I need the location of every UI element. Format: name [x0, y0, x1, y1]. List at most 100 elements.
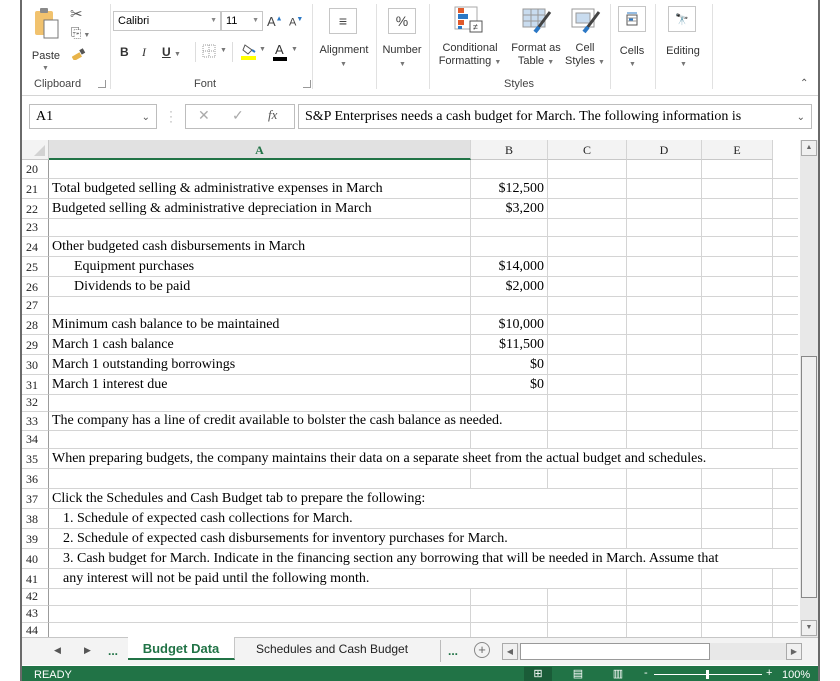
row-header[interactable]: 20	[22, 160, 49, 179]
cell-a42[interactable]	[49, 589, 471, 606]
cell-b43[interactable]	[471, 606, 548, 623]
cell-c23[interactable]	[548, 219, 627, 237]
row-header[interactable]: 35	[22, 449, 49, 469]
tab-scroll-left-icon[interactable]: ◀	[54, 645, 61, 656]
column-header-c[interactable]: C	[548, 140, 627, 160]
row-header[interactable]: 26	[22, 277, 49, 297]
cell-f41[interactable]	[773, 569, 798, 589]
row-header[interactable]: 28	[22, 315, 49, 335]
cell-d37[interactable]	[627, 489, 702, 509]
row-header[interactable]: 32	[22, 395, 49, 412]
scroll-down-icon[interactable]: ▼	[801, 620, 817, 636]
cell-c42[interactable]	[548, 589, 627, 606]
cell-c22[interactable]	[548, 199, 627, 219]
cell-e24[interactable]	[702, 237, 773, 257]
cell-d27[interactable]	[627, 297, 702, 315]
cell-a27[interactable]	[49, 297, 471, 315]
cell-f21[interactable]	[773, 179, 798, 199]
cell-b20[interactable]	[471, 160, 548, 179]
cell-d33[interactable]	[627, 412, 702, 431]
row-header[interactable]: 37	[22, 489, 49, 509]
cell-c29[interactable]	[548, 335, 627, 355]
cells-icon[interactable]	[618, 6, 646, 32]
cell-d26[interactable]	[627, 277, 702, 297]
cell-b31[interactable]: $0	[471, 375, 548, 395]
row-header[interactable]: 40	[22, 549, 49, 569]
cell-e38[interactable]	[702, 509, 773, 529]
scroll-left-icon[interactable]: ◀	[502, 643, 518, 660]
cell-b36[interactable]	[471, 469, 548, 489]
cell-f42[interactable]	[773, 589, 798, 606]
row-header[interactable]: 42	[22, 589, 49, 606]
cell-c32[interactable]	[548, 395, 627, 412]
tab-more-right[interactable]: ...	[448, 644, 458, 658]
cell-b38[interactable]	[471, 509, 548, 529]
zoom-in-icon[interactable]: +	[766, 667, 772, 679]
row-header[interactable]: 33	[22, 412, 49, 431]
cell-c20[interactable]	[548, 160, 627, 179]
cell-c33[interactable]	[548, 412, 627, 431]
column-header-b[interactable]: B	[471, 140, 548, 160]
cell-b32[interactable]	[471, 395, 548, 412]
alignment-icon[interactable]: ≡	[329, 8, 357, 34]
cell-c39[interactable]	[548, 529, 627, 549]
italic-button[interactable]: I	[142, 45, 146, 60]
font-name-combo[interactable]: Calibri ▼	[113, 11, 221, 31]
cell-f28[interactable]	[773, 315, 798, 335]
column-header-d[interactable]: D	[627, 140, 702, 160]
cell-e21[interactable]	[702, 179, 773, 199]
cell-b41[interactable]	[471, 569, 548, 589]
row-header[interactable]: 38	[22, 509, 49, 529]
font-size-combo[interactable]: 11 ▼	[221, 11, 263, 31]
formula-bar-splitter[interactable]: · · ·	[169, 105, 173, 127]
cell-d24[interactable]	[627, 237, 702, 257]
cell-b23[interactable]	[471, 219, 548, 237]
row-header[interactable]: 22	[22, 199, 49, 219]
cell-e31[interactable]	[702, 375, 773, 395]
cell-d44[interactable]	[627, 623, 702, 637]
cell-e29[interactable]	[702, 335, 773, 355]
cell-b22[interactable]: $3,200	[471, 199, 548, 219]
zoom-slider[interactable]	[654, 670, 762, 679]
cell-d30[interactable]	[627, 355, 702, 375]
row-header[interactable]: 44	[22, 623, 49, 637]
cell-d39[interactable]	[627, 529, 702, 549]
increase-font-size-icon[interactable]: A▲	[267, 14, 283, 29]
font-dialog-launcher[interactable]	[303, 80, 311, 88]
cell-b26[interactable]: $2,000	[471, 277, 548, 297]
borders-button[interactable]: ▼	[202, 44, 227, 63]
format-as-table-button[interactable]: Format as Table ▼	[508, 42, 564, 69]
cell-b29[interactable]: $11,500	[471, 335, 548, 355]
cell-a36[interactable]	[49, 469, 471, 489]
cell-f40[interactable]	[773, 549, 798, 569]
cell-e44[interactable]	[702, 623, 773, 637]
collapse-ribbon-icon[interactable]: ⌃	[800, 78, 808, 89]
cell-e30[interactable]	[702, 355, 773, 375]
tab-more-left[interactable]: ...	[108, 644, 118, 658]
cell-d29[interactable]	[627, 335, 702, 355]
cell-c36[interactable]	[548, 469, 627, 489]
new-sheet-icon[interactable]: +	[474, 642, 490, 658]
editing-button[interactable]: Editing	[660, 45, 706, 58]
expand-formula-bar-icon[interactable]: ⌄	[792, 106, 805, 128]
cell-b25[interactable]: $14,000	[471, 257, 548, 277]
cell-d31[interactable]	[627, 375, 702, 395]
page-layout-view-icon[interactable]: ▤	[564, 667, 592, 681]
cell-b28[interactable]: $10,000	[471, 315, 548, 335]
cell-f38[interactable]	[773, 509, 798, 529]
cell-b34[interactable]	[471, 431, 548, 449]
row-header[interactable]: 34	[22, 431, 49, 449]
cell-f37[interactable]	[773, 489, 798, 509]
cell-f36[interactable]	[773, 469, 798, 489]
select-all-button[interactable]	[22, 140, 49, 160]
row-header[interactable]: 23	[22, 219, 49, 237]
cell-f25[interactable]	[773, 257, 798, 277]
cell-b27[interactable]	[471, 297, 548, 315]
cell-e20[interactable]	[702, 160, 773, 179]
fill-color-button[interactable]: ▼	[241, 43, 266, 61]
cell-e42[interactable]	[702, 589, 773, 606]
cell-c28[interactable]	[548, 315, 627, 335]
number-button[interactable]: Number	[377, 44, 427, 57]
cell-c44[interactable]	[548, 623, 627, 637]
cancel-icon[interactable]: ✕	[198, 107, 210, 124]
